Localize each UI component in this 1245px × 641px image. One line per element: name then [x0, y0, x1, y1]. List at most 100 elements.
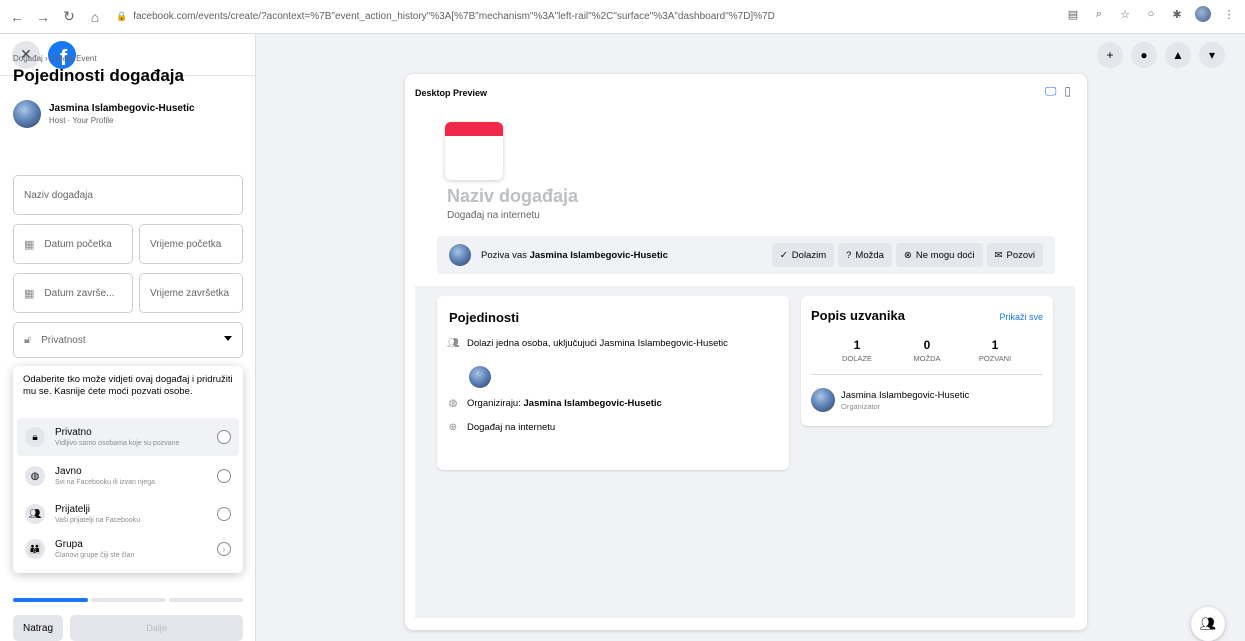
radio-button[interactable] — [217, 469, 231, 483]
caret-down-icon[interactable]: ▾ — [1199, 42, 1225, 68]
calendar-icon: ▦ — [24, 238, 35, 251]
attendee-avatar — [469, 366, 491, 388]
host-subtitle: Host · Your Profile — [49, 116, 114, 125]
question-icon: ? — [846, 249, 852, 261]
privacy-option-public[interactable]: ◍ Javno Svi na Facebooku ili izvan njega — [17, 457, 239, 495]
show-all-link[interactable]: Prikaži sve — [999, 312, 1043, 322]
organizer-row: ◍ Organiziraju: Jasmina Islambegovic-Hus… — [448, 398, 662, 409]
mobile-icon[interactable]: ▯ — [1064, 84, 1071, 99]
going-stat: 1 DOLAZE — [841, 338, 872, 363]
breadcrumb: Događaj › Create Event — [13, 54, 97, 63]
attending-row: 👥︎ Dolazi jedna osoba, uključujući Jasmi… — [447, 338, 728, 349]
people-fab-icon[interactable]: 👥︎ — [1191, 607, 1225, 641]
calendar-placeholder-icon — [445, 122, 503, 180]
progress-step — [169, 598, 243, 602]
privacy-dropdown: Odaberite tko može vidjeti ovaj događaj … — [13, 366, 243, 573]
option-title: Grupa — [55, 539, 83, 550]
end-date-placeholder: Datum završe... — [44, 287, 115, 299]
host-name: Jasmina Islambegovic-Husetic — [49, 103, 195, 114]
end-time-placeholder: Vrijeme završetka — [150, 287, 230, 299]
start-time-input[interactable]: Vrijeme početka — [139, 224, 243, 264]
privacy-select[interactable]: 🔓︎ Privatnost — [13, 322, 243, 358]
guest-list-title: Popis uzvanika — [811, 308, 905, 323]
chevron-right-icon[interactable]: › — [217, 542, 231, 556]
details-title: Pojedinosti — [449, 310, 520, 325]
lock-icon: 🔒 — [116, 11, 128, 21]
invite-bar: Poziva vas Jasmina Islambegovic-Husetic … — [437, 236, 1055, 274]
maybe-button[interactable]: ? Možda — [838, 243, 892, 267]
event-name-input[interactable]: Naziv događaja — [13, 175, 243, 215]
preview-event-type: Događaj na internetu — [447, 210, 540, 221]
guest-list-card: Popis uzvanika Prikaži sve 1 DOLAZE 0 MO… — [801, 296, 1053, 426]
progress-step — [91, 598, 166, 602]
back-button[interactable]: Natrag — [13, 615, 63, 641]
divider — [811, 374, 1043, 375]
profile-avatar[interactable] — [1195, 6, 1211, 22]
next-button[interactable]: Dalje — [70, 615, 243, 641]
end-date-input[interactable]: ▦ Datum završe... — [13, 273, 133, 313]
option-subtitle: Vidljivo samo osobama koje su pozvane — [55, 440, 180, 447]
plus-icon[interactable]: + — [1097, 42, 1123, 68]
option-subtitle: Članovi grupe čiji ste član — [55, 552, 135, 559]
progress-step-done — [13, 598, 88, 602]
online-row: ⊕ Događaj na internetu — [448, 422, 556, 433]
lock-icon: 🔓︎ — [24, 333, 32, 346]
puzzle-icon[interactable]: ✱ — [1169, 6, 1185, 22]
envelope-icon: ✉ — [994, 249, 1003, 261]
translate-icon[interactable]: ▤ — [1065, 6, 1081, 22]
check-circle-icon: ✓ — [779, 249, 788, 261]
going-button[interactable]: ✓ Dolazim — [771, 243, 835, 267]
host-avatar — [13, 100, 41, 128]
start-date-input[interactable]: ▦ Datum početka — [13, 224, 133, 264]
back-arrow-icon[interactable]: ← — [6, 6, 28, 28]
home-icon[interactable]: ⌂ — [84, 6, 106, 28]
privacy-option-group[interactable]: 👪︎ Grupa Članovi grupe čiji ste član › — [17, 530, 239, 568]
event-name-placeholder: Naziv događaja — [24, 189, 93, 201]
option-title: Javno — [55, 466, 82, 477]
page-title: Pojedinosti događaja — [13, 66, 184, 85]
guest-avatar — [811, 388, 835, 412]
messenger-icon[interactable]: ● — [1131, 42, 1157, 68]
lock-icon: 🔒︎ — [25, 427, 45, 447]
details-card: Pojedinosti 👥︎ Dolazi jedna osoba, uklju… — [437, 296, 789, 470]
option-title: Prijatelji — [55, 504, 91, 515]
start-date-placeholder: Datum početka — [44, 238, 112, 250]
forward-arrow-icon[interactable]: → — [32, 6, 54, 28]
calendar-icon: ▦ — [24, 287, 35, 300]
privacy-option-private[interactable]: 🔒︎ Privatno Vidljivo samo osobama koje s… — [17, 418, 239, 456]
option-title: Privatno — [55, 427, 92, 438]
desktop-icon[interactable]: 🖵︎ — [1045, 84, 1057, 99]
inviter-avatar — [449, 244, 471, 266]
browser-toolbar: ← → ↻ ⌂ 🔒 facebook.com/events/create/?ac… — [0, 0, 1245, 34]
invite-button[interactable]: ✉ Pozovi — [986, 243, 1043, 267]
invited-stat: 1 POZVANI — [978, 338, 1012, 363]
preview-event-name: Naziv događaja — [447, 186, 579, 206]
guest-name: Jasmina Islambegovic-Husetic — [841, 389, 970, 401]
zoom-icon[interactable]: ⌕ — [1091, 6, 1107, 22]
bell-icon[interactable]: ▲ — [1165, 42, 1191, 68]
privacy-option-friends[interactable]: 👥︎ Prijatelji Vaši prijatelji na Faceboo… — [17, 495, 239, 533]
radio-button[interactable] — [217, 430, 231, 444]
preview-content: Pojedinosti 👥︎ Dolazi jedna osoba, uklju… — [415, 286, 1075, 618]
radio-button[interactable] — [217, 507, 231, 521]
privacy-help-text: Odaberite tko može vidjeti ovaj događaj … — [23, 374, 233, 397]
desktop-preview-card: Desktop Preview 🖵︎ ▯ Naziv događaja Doga… — [405, 74, 1087, 630]
web-icon: ⊕ — [448, 422, 458, 433]
end-time-input[interactable]: Vrijeme završetka — [139, 273, 243, 313]
globe-icon: ◍ — [25, 466, 45, 486]
caret-down-icon — [224, 336, 232, 341]
friends-icon: 👥︎ — [25, 504, 45, 524]
star-icon[interactable]: ☆ — [1117, 6, 1133, 22]
more-menu-icon[interactable]: ⋮ — [1221, 6, 1237, 22]
option-subtitle: Vaši prijatelji na Facebooku — [55, 517, 141, 524]
url-text: facebook.com/events/create/?acontext=%7B… — [133, 11, 775, 22]
cant-go-button[interactable]: ⊗ Ne mogu doći — [895, 243, 983, 267]
address-bar[interactable]: 🔒 facebook.com/events/create/?acontext=%… — [116, 6, 775, 28]
x-circle-icon: ⊗ — [903, 249, 912, 261]
host-info: Jasmina Islambegovic-Husetic Host · Your… — [13, 100, 195, 128]
guest-person: Jasmina Islambegovic-Husetic Organizator — [811, 388, 969, 412]
extension-circle-icon[interactable]: ○ — [1143, 6, 1159, 22]
preview-label: Desktop Preview — [415, 88, 488, 98]
reload-icon[interactable]: ↻ — [58, 6, 80, 28]
group-icon: 👪︎ — [25, 539, 45, 559]
